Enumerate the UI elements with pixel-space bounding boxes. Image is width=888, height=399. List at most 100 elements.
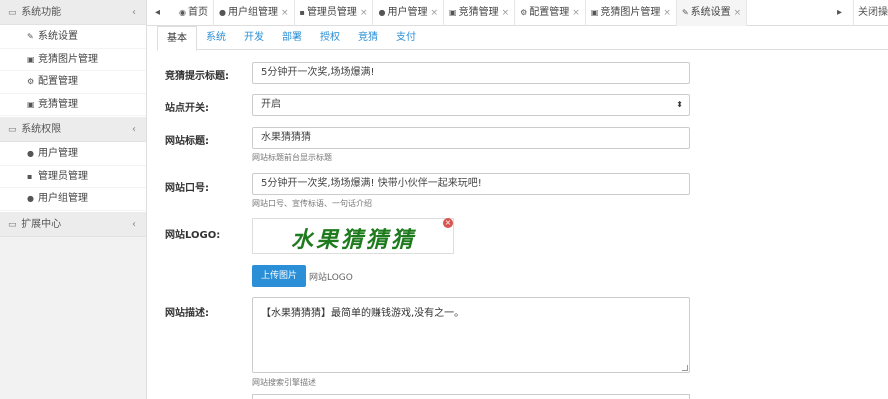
tab-users[interactable]: ● 用户管理 × bbox=[373, 0, 445, 26]
site-title-help: 网站标题前台显示标题 bbox=[252, 153, 332, 162]
image-icon: ▣ bbox=[27, 99, 35, 109]
sidebar-item-label: 竞猜管理 bbox=[38, 98, 78, 110]
chevron-left-icon: ‹ bbox=[132, 7, 136, 18]
site-slogan-input[interactable]: 5分钟开一次奖,场场爆满! 快带小伙伴一起来玩吧! bbox=[252, 173, 690, 195]
sidebar-item-guess[interactable]: ▣ 竞猜管理 bbox=[0, 93, 146, 116]
tab-user-groups[interactable]: ● 用户组管理 × bbox=[214, 0, 295, 26]
chevron-left-icon: ‹ bbox=[132, 124, 136, 135]
site-slogan-help: 网站口号、宣传标语、一句话介绍 bbox=[252, 199, 372, 208]
image-icon: ▣ bbox=[449, 8, 457, 17]
logo-image-text: 水果猜猜猜 bbox=[291, 227, 417, 253]
tab-label: 首页 bbox=[187, 7, 208, 18]
sidebar-item-user-groups[interactable]: ● 用户组管理 bbox=[0, 188, 146, 211]
subtab-basic[interactable]: 基本 bbox=[157, 26, 197, 51]
cogs-icon: ⚙ bbox=[520, 8, 528, 17]
dashboard-icon: ◉ bbox=[179, 8, 186, 17]
subtab-auth[interactable]: 授权 bbox=[311, 26, 349, 50]
next-field-partial bbox=[252, 394, 690, 399]
image-icon: ▣ bbox=[590, 8, 599, 17]
tab-guess[interactable]: ▣ 竞猜管理 × bbox=[444, 0, 516, 26]
folder-icon: ▭ bbox=[8, 219, 17, 230]
tab-admins[interactable]: ▪ 管理员管理 × bbox=[295, 0, 374, 26]
image-icon: ▣ bbox=[27, 54, 35, 64]
upload-hint: 网站LOGO bbox=[309, 273, 353, 283]
sidebar-group-label: 扩展中心 bbox=[21, 218, 62, 230]
folder-icon: ▭ bbox=[8, 8, 17, 18]
close-icon[interactable]: × bbox=[281, 8, 289, 18]
tab-label: 系统设置 bbox=[690, 7, 731, 18]
sidebar-item-label: 系统设置 bbox=[38, 31, 78, 42]
sidebar-group-label: 系统功能 bbox=[21, 7, 62, 18]
tab-label: 管理员管理 bbox=[306, 7, 357, 18]
group-icon: ● bbox=[218, 8, 226, 17]
tab-bar: ◂ ◉ 首页 ● 用户组管理 × ▪ 管理员管理 × ● 用户管理 × ▣ 竞猜管理 × ⚙ 配置管… bbox=[147, 0, 888, 26]
sidebar-item-admins[interactable]: ▪ 管理员管理 bbox=[0, 165, 146, 188]
resize-grip-icon[interactable] bbox=[682, 365, 688, 371]
wrench-icon: ✎ bbox=[681, 8, 689, 17]
sidebar: ▭ 系统功能 ‹ ✎ 系统设置 ▣ 竞猜图片管理 ⚙ 配置管理 ▣ 竞猜管理 ▭ 系统权… bbox=[0, 0, 147, 399]
sidebar-item-label: 用户组管理 bbox=[38, 193, 88, 204]
tab-config[interactable]: ⚙ 配置管理 × bbox=[515, 0, 586, 26]
close-icon[interactable]: × bbox=[663, 8, 671, 18]
site-desc-value: 【水果猜猜猜】最简单的赚钱游戏,没有之一。 bbox=[261, 308, 465, 319]
folder-icon: ▭ bbox=[8, 125, 17, 135]
sidebar-item-guess-images[interactable]: ▣ 竞猜图片管理 bbox=[0, 48, 146, 71]
subtab-system[interactable]: 系统 bbox=[197, 26, 235, 50]
tip-title-input[interactable]: 5分钟开一次奖,场场爆满! bbox=[252, 62, 690, 84]
remove-logo-icon[interactable]: × bbox=[443, 218, 453, 228]
sidebar-group-label: 系统权限 bbox=[21, 124, 62, 135]
subtab-payment[interactable]: 支付 bbox=[387, 26, 425, 50]
tab-label: 竞猜管理 bbox=[458, 7, 499, 18]
sidebar-item-config[interactable]: ⚙ 配置管理 bbox=[0, 71, 146, 94]
select-arrows-icon: ⬍ bbox=[676, 100, 683, 109]
tab-list: ◉ 首页 ● 用户组管理 × ▪ 管理员管理 × ● 用户管理 × ▣ 竞猜管理 × ⚙ 配置管理 ×… bbox=[174, 0, 748, 26]
site-desc-help: 网站搜索引擎描述 bbox=[252, 378, 316, 387]
subtab-deploy[interactable]: 部署 bbox=[273, 26, 311, 50]
sidebar-group-extensions[interactable]: ▭ 扩展中心 ‹ bbox=[0, 211, 146, 237]
cogs-icon: ⚙ bbox=[27, 77, 35, 86]
subtab-develop[interactable]: 开发 bbox=[235, 26, 273, 50]
close-icon[interactable]: × bbox=[734, 8, 742, 18]
tab-scroll-right-icon[interactable]: ▸ bbox=[837, 0, 849, 26]
sidebar-group-system-functions[interactable]: ▭ 系统功能 ‹ bbox=[0, 0, 146, 25]
close-icon[interactable]: × bbox=[430, 8, 438, 18]
lock-icon: ▪ bbox=[27, 171, 33, 181]
site-switch-select[interactable]: 开启 ⬍ bbox=[252, 94, 690, 116]
tab-label: 竞猜图片管理 bbox=[600, 7, 661, 18]
site-logo-label: 网站LOGO: bbox=[165, 230, 221, 241]
lock-icon: ▪ bbox=[299, 8, 305, 17]
site-title-input[interactable]: 水果猜猜猜 bbox=[252, 127, 690, 149]
upload-image-button[interactable]: 上传图片 bbox=[252, 265, 306, 287]
tab-scroll-left-icon[interactable]: ◂ bbox=[155, 0, 169, 26]
tip-title-label: 竞猜提示标题: bbox=[165, 71, 229, 82]
close-icon[interactable]: × bbox=[360, 8, 368, 18]
sidebar-group-permissions[interactable]: ▭ 系统权限 ‹ bbox=[0, 117, 146, 142]
logo-preview: 水果猜猜猜 bbox=[252, 218, 454, 254]
tab-label: 用户组管理 bbox=[227, 7, 278, 18]
tab-system-settings[interactable]: ✎ 系统设置 × bbox=[676, 0, 748, 26]
sidebar-item-system-settings[interactable]: ✎ 系统设置 bbox=[0, 26, 146, 49]
user-icon: ● bbox=[27, 149, 34, 158]
site-switch-label: 站点开关: bbox=[165, 103, 209, 114]
site-desc-textarea[interactable]: 【水果猜猜猜】最简单的赚钱游戏,没有之一。 bbox=[252, 297, 690, 373]
group-icon: ● bbox=[27, 194, 34, 203]
close-operations-dropdown[interactable]: 关闭操作 bbox=[853, 0, 888, 26]
site-title-label: 网站标题: bbox=[165, 136, 209, 147]
tab-label: 用户管理 bbox=[387, 7, 428, 18]
close-icon[interactable]: × bbox=[572, 8, 580, 18]
sidebar-item-label: 管理员管理 bbox=[38, 170, 88, 182]
tab-label: 配置管理 bbox=[529, 7, 570, 18]
sidebar-item-label: 配置管理 bbox=[38, 76, 78, 87]
site-slogan-label: 网站口号: bbox=[165, 183, 209, 194]
sidebar-item-label: 竞猜图片管理 bbox=[38, 53, 98, 65]
tab-home[interactable]: ◉ 首页 bbox=[174, 0, 214, 26]
close-icon[interactable]: × bbox=[502, 8, 510, 18]
wrench-icon: ✎ bbox=[27, 32, 34, 41]
sidebar-item-users[interactable]: ● 用户管理 bbox=[0, 143, 146, 166]
subtab-guess[interactable]: 竞猜 bbox=[349, 26, 387, 50]
sidebar-item-label: 用户管理 bbox=[38, 148, 78, 159]
settings-tabs: 基本 系统 开发 部署 授权 竞猜 支付 bbox=[157, 26, 888, 51]
chevron-left-icon: ‹ bbox=[132, 218, 136, 230]
tab-guess-images[interactable]: ▣ 竞猜图片管理 × bbox=[586, 0, 677, 26]
site-switch-value: 开启 bbox=[261, 99, 281, 110]
